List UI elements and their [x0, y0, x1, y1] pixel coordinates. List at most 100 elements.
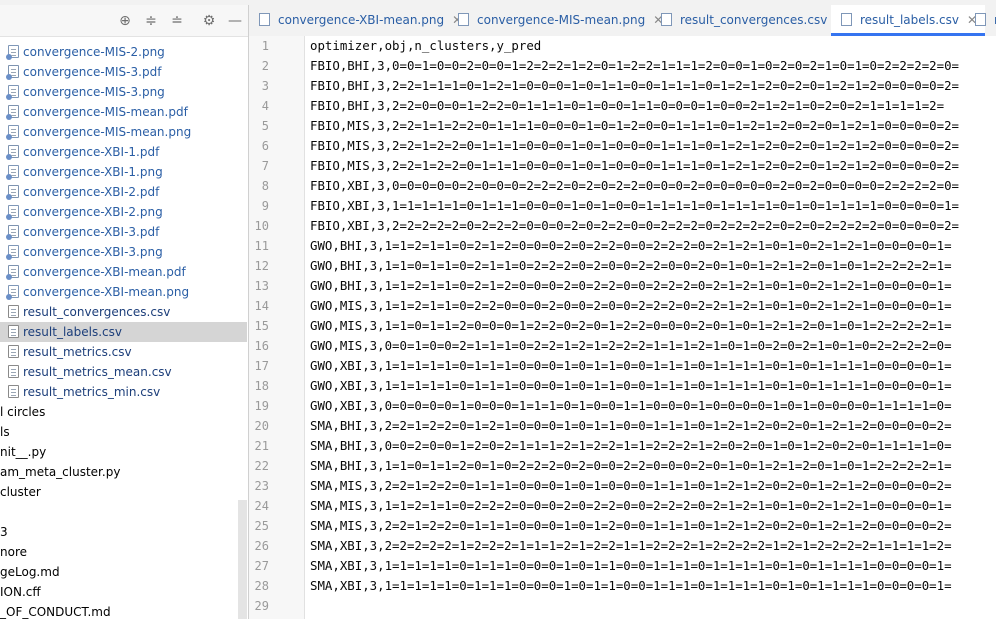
tab-1[interactable]: convergence-MIS-mean.png ✕	[448, 5, 671, 36]
png-file-icon	[6, 245, 19, 260]
code-line[interactable]: FBIO,BHI,3,2=2=0=0=0=1=2=2=0=1=1=1=0=1=0…	[310, 96, 944, 116]
tree-item-label: result_convergences.csv	[23, 305, 171, 319]
tree-item-label: 3	[0, 525, 8, 539]
code-line[interactable]: FBIO,BHI,3,2=2=1=1=1=0=1=2=1=0=0=0=1=0=1…	[310, 76, 959, 96]
expand-all-icon[interactable]: ≑	[141, 11, 161, 31]
tree-item[interactable]: result_metrics_min.csv	[0, 382, 247, 402]
tree-item[interactable]: nit__.py	[0, 442, 247, 462]
tree-item[interactable]: convergence-XBI-mean.png	[0, 282, 247, 302]
tree-item[interactable]: cluster	[0, 482, 247, 502]
tree-item[interactable]: geLog.md	[0, 562, 247, 582]
tree-item[interactable]: _OF_CONDUCT.md	[0, 602, 247, 619]
code-line[interactable]: GWO,BHI,3,1=1=0=1=1=0=2=1=1=0=2=2=2=0=2=…	[310, 256, 952, 276]
code-line[interactable]: FBIO,XBI,3,1=1=1=1=1=0=1=1=1=0=0=0=1=0=1…	[310, 196, 959, 216]
tree-item[interactable]: convergence-XBI-2.pdf	[0, 182, 247, 202]
tree-item[interactable]: convergence-XBI-3.png	[0, 242, 247, 262]
tab-0[interactable]: convergence-XBI-mean.png✕	[249, 5, 470, 36]
tree-item[interactable]: convergence-MIS-3.png	[0, 82, 247, 102]
code-line[interactable]: GWO,BHI,3,1=1=2=1=1=0=2=1=2=0=0=0=2=0=2=…	[310, 236, 952, 256]
tree-item[interactable]: result_metrics.csv	[0, 342, 247, 362]
code-line[interactable]: GWO,MIS,3,1=1=2=1=1=0=2=2=0=0=0=2=0=0=2=…	[310, 296, 952, 316]
gear-icon[interactable]: ⚙	[199, 11, 219, 31]
project-toolbar: ⊕ ≑ ≐ ⚙ —	[0, 5, 248, 37]
tree-item[interactable]: ION.cff	[0, 582, 247, 602]
tree-item-label: convergence-XBI-mean.pdf	[23, 265, 186, 279]
tab-label: convergence-MIS-mean.png	[477, 13, 646, 27]
line-number: 17	[254, 359, 269, 373]
tree-item-label: result_metrics.csv	[23, 345, 132, 359]
png-file-icon	[6, 205, 19, 220]
csv-file-icon	[8, 305, 19, 318]
code-line[interactable]: FBIO,MIS,3,2=2=1=1=2=2=0=1=1=1=0=0=0=1=0…	[310, 116, 959, 136]
code-line[interactable]: GWO,XBI,3,1=1=1=1=1=0=1=1=1=0=0=0=1=0=1=…	[310, 356, 952, 376]
locate-icon[interactable]: ⊕	[115, 11, 135, 31]
code-line[interactable]: FBIO,XBI,3,2=2=2=2=2=0=2=2=2=0=0=0=2=0=2…	[310, 216, 959, 236]
tree-item[interactable]: l circles	[0, 402, 247, 422]
code-line[interactable]: SMA,BHI,3,2=2=1=2=2=0=1=2=1=0=0=0=1=0=1=…	[310, 416, 952, 436]
tree-item[interactable]: 3	[0, 522, 247, 542]
tree-item[interactable]: convergence-XBI-3.pdf	[0, 222, 247, 242]
tree-item[interactable]: ls	[0, 422, 247, 442]
tree-item[interactable]: result_convergences.csv	[0, 302, 247, 322]
tree-item[interactable]: result_labels.csv	[0, 322, 247, 342]
tree-item[interactable]: result_metrics_mean.csv	[0, 362, 247, 382]
png-file-icon	[6, 85, 19, 100]
code-line[interactable]: GWO,BHI,3,1=1=2=1=1=0=2=1=2=0=0=0=2=0=2=…	[310, 276, 952, 296]
code-line[interactable]: GWO,XBI,3,1=1=1=1=1=0=1=1=1=0=0=0=1=0=1=…	[310, 376, 952, 396]
pdf-file-icon	[6, 185, 19, 200]
csv-file-icon	[841, 13, 852, 26]
line-number: 4	[261, 99, 269, 113]
code-line[interactable]: SMA,XBI,3,1=1=1=1=1=0=1=1=1=0=0=0=1=0=1=…	[310, 576, 952, 596]
project-scrollbar[interactable]	[238, 500, 247, 619]
line-number: 18	[254, 379, 269, 393]
code-line[interactable]: GWO,MIS,3,0=0=1=0=0=2=1=1=1=0=2=2=1=2=1=…	[310, 336, 952, 356]
tree-item[interactable]: convergence-XBI-1.png	[0, 162, 247, 182]
tree-item[interactable]: convergence-MIS-3.pdf	[0, 62, 247, 82]
tree-item-label: convergence-XBI-mean.png	[23, 285, 190, 299]
tree-item[interactable]: convergence-MIS-mean.png	[0, 122, 247, 142]
line-number: 11	[254, 239, 269, 253]
tree-item[interactable]: convergence-XBI-1.pdf	[0, 142, 247, 162]
code-line[interactable]: SMA,XBI,3,2=2=2=2=2=1=2=2=2=1=1=1=2=1=2=…	[310, 536, 952, 556]
code-line[interactable]: FBIO,MIS,3,2=2=1=2=2=0=1=1=1=0=0=0=1=0=1…	[310, 136, 959, 156]
tree-item-label: result_labels.csv	[23, 325, 122, 339]
code-line[interactable]: FBIO,XBI,3,0=0=0=0=0=2=0=0=0=2=2=2=0=2=0…	[310, 176, 959, 196]
code-line[interactable]: SMA,XBI,3,1=1=1=1=1=0=1=1=1=0=0=0=1=0=1=…	[310, 556, 952, 576]
tree-item-label: convergence-MIS-mean.pdf	[23, 105, 188, 119]
tree-item[interactable]: am_meta_cluster.py	[0, 462, 247, 482]
tab-4[interactable]: re	[965, 5, 996, 36]
tree-item[interactable]: nore	[0, 542, 247, 562]
tree-item-label: convergence-MIS-mean.png	[23, 125, 192, 139]
collapse-all-icon[interactable]: ≐	[167, 11, 187, 31]
tree-item[interactable]: convergence-XBI-2.png	[0, 202, 247, 222]
code-line[interactable]: optimizer,obj,n_clusters,y_pred	[310, 36, 541, 56]
tree-item-label: convergence-MIS-3.png	[23, 85, 165, 99]
code-line[interactable]: FBIO,BHI,3,0=0=1=0=0=2=0=0=1=2=2=2=1=2=0…	[310, 56, 959, 76]
tree-item-label: convergence-XBI-3.png	[23, 245, 163, 259]
code-line[interactable]: SMA,BHI,3,1=1=0=1=1=2=0=1=0=2=2=2=0=2=0=…	[310, 456, 952, 476]
minimize-icon[interactable]: —	[225, 11, 245, 31]
pdf-file-icon	[6, 105, 19, 120]
tree-item[interactable]	[0, 502, 247, 522]
line-number: 12	[254, 259, 269, 273]
pdf-file-icon	[6, 225, 19, 240]
tree-item-label: l circles	[0, 405, 46, 419]
tree-item[interactable]: convergence-MIS-2.png	[0, 42, 247, 62]
tree-item-label: convergence-MIS-3.pdf	[23, 65, 162, 79]
tree-item-label: result_metrics_min.csv	[23, 385, 161, 399]
tree-item[interactable]: convergence-XBI-mean.pdf	[0, 262, 247, 282]
tab-3[interactable]: result_labels.csv ✕	[831, 5, 986, 36]
line-number: 26	[254, 539, 269, 553]
tree-item-label: convergence-XBI-1.pdf	[23, 145, 160, 159]
line-number: 2	[261, 59, 269, 73]
code-line[interactable]: SMA,BHI,3,0=0=2=0=0=1=2=0=2=1=1=1=2=1=2=…	[310, 436, 952, 456]
code-line[interactable]: SMA,MIS,3,2=2=1=2=2=0=1=1=1=0=0=0=1=0=1=…	[310, 476, 952, 496]
code-line[interactable]: GWO,MIS,3,1=1=0=1=1=2=0=0=0=1=2=2=0=2=0=…	[310, 316, 952, 336]
code-line[interactable]: SMA,MIS,3,2=2=1=2=2=0=1=1=1=0=0=0=1=0=1=…	[310, 516, 952, 536]
code-line[interactable]: SMA,MIS,3,1=1=2=1=1=0=2=2=2=0=0=0=2=0=2=…	[310, 496, 952, 516]
tab-2[interactable]: result_convergences.csv✕	[651, 5, 853, 36]
png-file-icon	[259, 13, 270, 26]
code-line[interactable]: FBIO,MIS,3,2=2=1=2=2=0=1=1=1=0=0=0=1=0=1…	[310, 156, 959, 176]
tree-item[interactable]: convergence-MIS-mean.pdf	[0, 102, 247, 122]
code-line[interactable]: GWO,XBI,3,0=0=0=0=0=1=0=0=0=1=1=1=0=1=0=…	[310, 396, 952, 416]
